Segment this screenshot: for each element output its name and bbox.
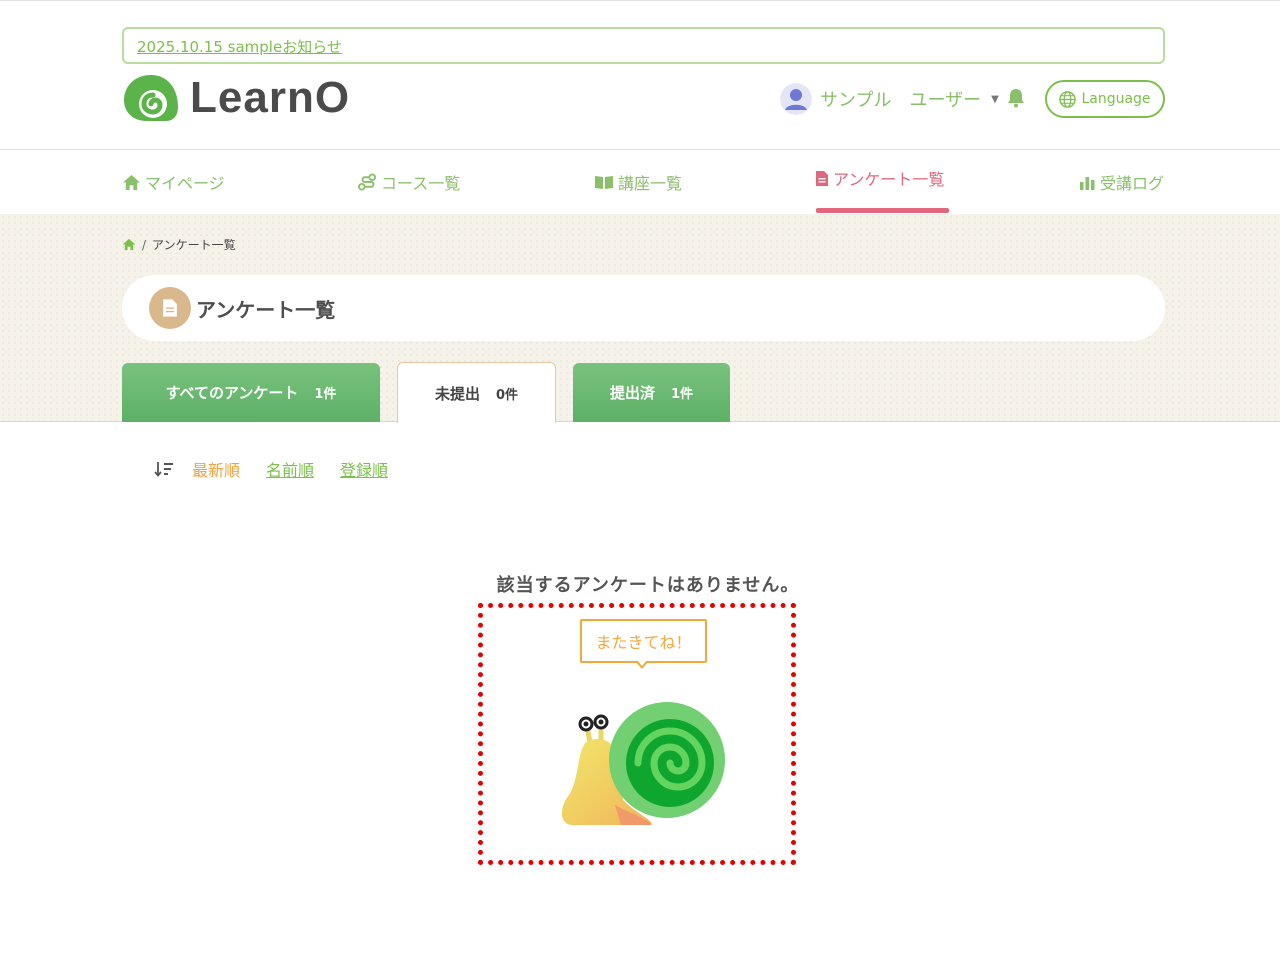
speech-bubble: またきてね！ xyxy=(580,619,707,663)
speech-bubble-tail-inner xyxy=(637,660,647,666)
language-label: Language xyxy=(1081,91,1151,107)
tab-submitted[interactable]: 提出済 1件 xyxy=(573,363,730,422)
breadcrumb-current: アンケート一覧 xyxy=(152,238,236,252)
empty-message: 該当するアンケートはありません。 xyxy=(496,575,800,596)
nav-item-surveys[interactable]: アンケート一覧 xyxy=(815,146,944,210)
user-menu[interactable]: サンプル ユーザー ▼ xyxy=(780,83,999,115)
avatar xyxy=(780,83,812,115)
nav-item-mypage[interactable]: マイページ xyxy=(122,150,225,214)
tab-label: 提出済 xyxy=(609,384,655,402)
tab-all-surveys[interactable]: すべてのアンケート 1件 xyxy=(122,363,380,422)
globe-icon xyxy=(1059,90,1077,108)
tab-label: すべてのアンケート xyxy=(165,384,299,402)
nav-item-lectures[interactable]: 講座一覧 xyxy=(594,150,682,214)
breadcrumb: / アンケート一覧 xyxy=(122,236,236,253)
sort-newest[interactable]: 最新順 xyxy=(192,457,240,481)
logo[interactable]: LearnO xyxy=(122,73,350,123)
nav-item-courses[interactable]: コース一覧 xyxy=(358,150,460,214)
tab-label: 未提出 xyxy=(434,384,480,403)
snail-mascot-icon xyxy=(561,702,725,825)
notice-link[interactable]: 2025.10.15 sampleお知らせ xyxy=(137,36,342,57)
tab-count: 1件 xyxy=(670,387,694,402)
nav-item-label: マイページ xyxy=(145,174,225,193)
sort-options: 最新順 名前順 登録順 xyxy=(154,457,388,481)
page-title: アンケート一覧 xyxy=(196,297,336,322)
tab-count: 1件 xyxy=(314,387,337,402)
bar-chart-icon xyxy=(1080,176,1095,190)
home-icon[interactable] xyxy=(122,238,136,251)
tab-unsubmitted[interactable]: 未提出 0件 xyxy=(397,362,556,423)
nav-item-logs[interactable]: 受講ログ xyxy=(1079,150,1164,214)
sort-by-name[interactable]: 名前順 xyxy=(266,457,314,481)
book-icon xyxy=(595,176,613,189)
sort-icon xyxy=(154,462,173,477)
sort-by-registered[interactable]: 登録順 xyxy=(340,457,388,481)
nav-item-label: 受講ログ xyxy=(1100,174,1165,193)
main-nav: マイページ コース一覧 講座一覧 アンケート一覧 受講ログ xyxy=(0,150,1280,214)
document-icon xyxy=(149,287,191,329)
nav-item-label: 講座一覧 xyxy=(618,174,683,193)
breadcrumb-separator: / xyxy=(142,237,147,252)
speech-bubble-text: またきてね！ xyxy=(595,633,692,652)
chevron-down-icon: ▼ xyxy=(991,93,999,105)
notice-bar: 2025.10.15 sampleお知らせ xyxy=(122,27,1165,64)
language-button[interactable]: Language xyxy=(1045,80,1165,118)
nav-item-label: アンケート一覧 xyxy=(833,170,945,189)
route-icon xyxy=(358,173,377,191)
site-header: 2025.10.15 sampleお知らせ LearnO サンプル ユーザー ▼ xyxy=(0,0,1280,150)
page-title-card: アンケート一覧 xyxy=(122,275,1165,341)
logo-mark-icon xyxy=(124,75,178,121)
tab-count: 0件 xyxy=(495,387,519,403)
active-nav-indicator xyxy=(816,208,949,213)
home-icon xyxy=(123,174,140,190)
bell-icon[interactable] xyxy=(1005,87,1027,109)
nav-item-label: コース一覧 xyxy=(381,174,461,193)
user-name: サンプル ユーザー xyxy=(820,90,982,111)
document-icon xyxy=(816,170,828,186)
logo-text: LearnO xyxy=(190,73,351,122)
